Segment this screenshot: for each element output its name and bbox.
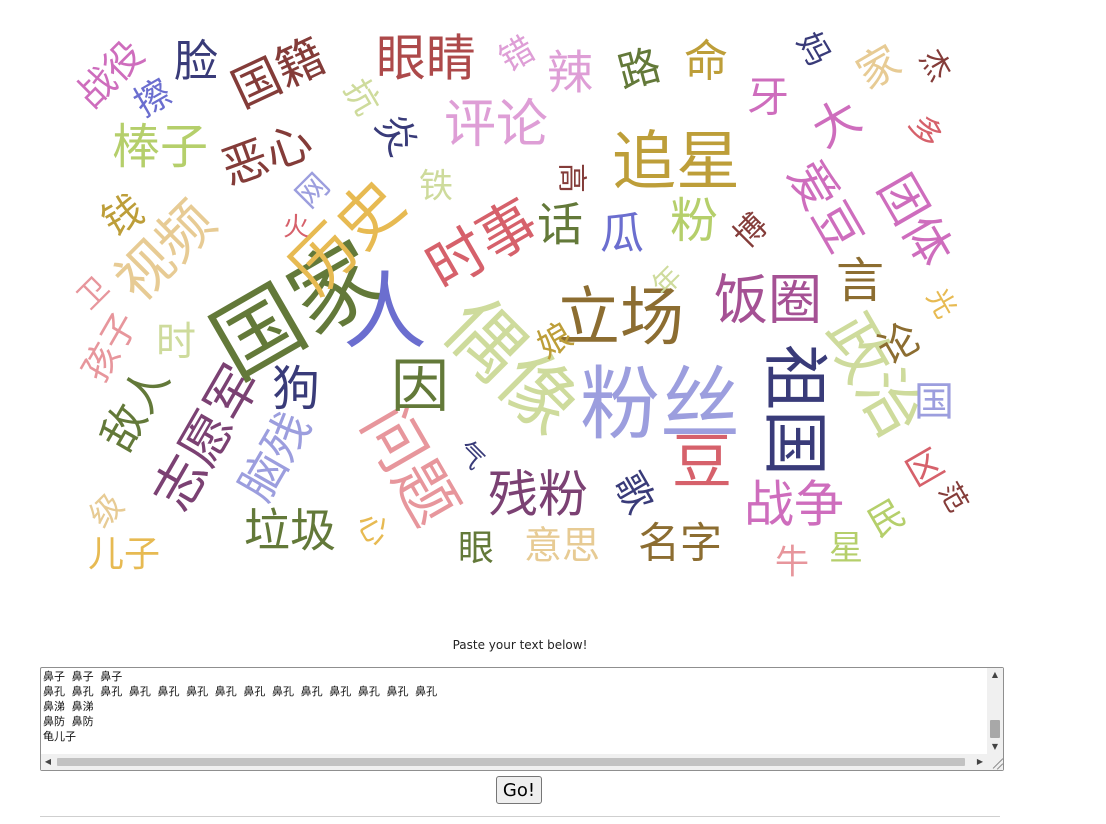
scroll-up-arrow-icon[interactable]: ▲ [987, 668, 1003, 682]
cloud-word: 妈 [789, 26, 838, 73]
cloud-word: 名字 [638, 519, 722, 568]
cloud-word: 多 [901, 108, 950, 155]
cloud-word: 辣 [547, 46, 593, 100]
text-input[interactable]: 鼻子 鼻子 鼻子 鼻孔 鼻孔 鼻孔 鼻孔 鼻孔 鼻孔 鼻孔 鼻孔 鼻孔 鼻孔 鼻… [41, 668, 987, 754]
cloud-word: 火 [283, 213, 309, 243]
cloud-word: 高 [554, 163, 589, 193]
cloud-word: 话 [537, 198, 583, 252]
text-input-area[interactable]: 鼻子 鼻子 鼻子 鼻孔 鼻孔 鼻孔 鼻孔 鼻孔 鼻孔 鼻孔 鼻孔 鼻孔 鼻孔 鼻… [40, 667, 1004, 771]
cloud-word: 言 [836, 253, 884, 309]
vertical-scrollbar[interactable]: ▲ ▼ [987, 668, 1003, 754]
cloud-word: 棒子 [112, 119, 208, 175]
cloud-word: 路 [613, 40, 666, 98]
cloud-word: 残粉 [488, 466, 588, 524]
word-cloud: 国家人 偶像粉丝历史立场祖国政治追星问题时事志愿军视频 饭圈豆残粉评论团体爱豆战争眼… [68, 26, 975, 583]
cloud-word: 评论 [444, 95, 548, 155]
cloud-word: 家 [848, 36, 909, 99]
scroll-down-arrow-icon[interactable]: ▼ [987, 740, 1003, 754]
cloud-word: 气 [451, 436, 491, 476]
cloud-word: 国籍 [223, 28, 334, 119]
cloud-word: 粉 [670, 193, 718, 249]
divider [40, 816, 1000, 817]
cloud-word: 大 [803, 88, 870, 158]
cloud-word: 狗 [272, 361, 320, 417]
cloud-word: 眼 [458, 528, 494, 569]
cloud-word: 爱豆 [776, 151, 873, 262]
cloud-word: 杰 [912, 44, 957, 87]
cloud-word: 牛 [775, 543, 809, 583]
cloud-word: 星 [829, 529, 863, 569]
cloud-word: 追星 [612, 126, 740, 200]
cloud-word: 脸 [174, 36, 218, 87]
horizontal-scrollbar[interactable]: ◀ ▶ [41, 754, 987, 770]
cloud-word: 民 [861, 492, 913, 546]
cloud-word: 战争 [744, 476, 844, 534]
cloud-word: 国 [914, 379, 954, 425]
cloud-word: 铁 [419, 167, 453, 207]
horizontal-scroll-thumb[interactable] [57, 758, 965, 766]
cloud-word: 饭圈 [714, 269, 822, 332]
cloud-word: 祖国 [756, 344, 833, 476]
cloud-word: 时 [156, 319, 196, 365]
cloud-word: 牙 [747, 73, 789, 122]
cloud-word: 眼睛 [376, 30, 476, 88]
cloud-word: 炎 [366, 106, 426, 164]
paste-prompt: Paste your text below! [452, 638, 588, 652]
cloud-word: 光 [920, 283, 963, 324]
cloud-word: 因 [391, 352, 449, 420]
cloud-word: 瓜 [600, 208, 644, 259]
cloud-word: 歌 [606, 465, 663, 520]
cloud-word: 豆 [672, 428, 732, 498]
cloud-word: 博 [726, 206, 776, 256]
cloud-word: 垃圾 [244, 504, 336, 558]
cloud-word: 命 [684, 36, 728, 87]
scroll-right-arrow-icon[interactable]: ▶ [973, 754, 987, 770]
vertical-scroll-thumb[interactable] [990, 720, 1000, 738]
scroll-left-arrow-icon[interactable]: ◀ [41, 754, 55, 770]
cloud-word: 错 [493, 29, 542, 81]
cloud-word: 意思 [524, 524, 600, 568]
go-button[interactable]: Go! [496, 776, 542, 804]
cloud-word: 儿子 [88, 534, 160, 575]
cloud-word: 心 [349, 506, 398, 553]
cloud-word: 级 [82, 486, 132, 536]
resize-grip-icon[interactable] [987, 754, 1003, 770]
